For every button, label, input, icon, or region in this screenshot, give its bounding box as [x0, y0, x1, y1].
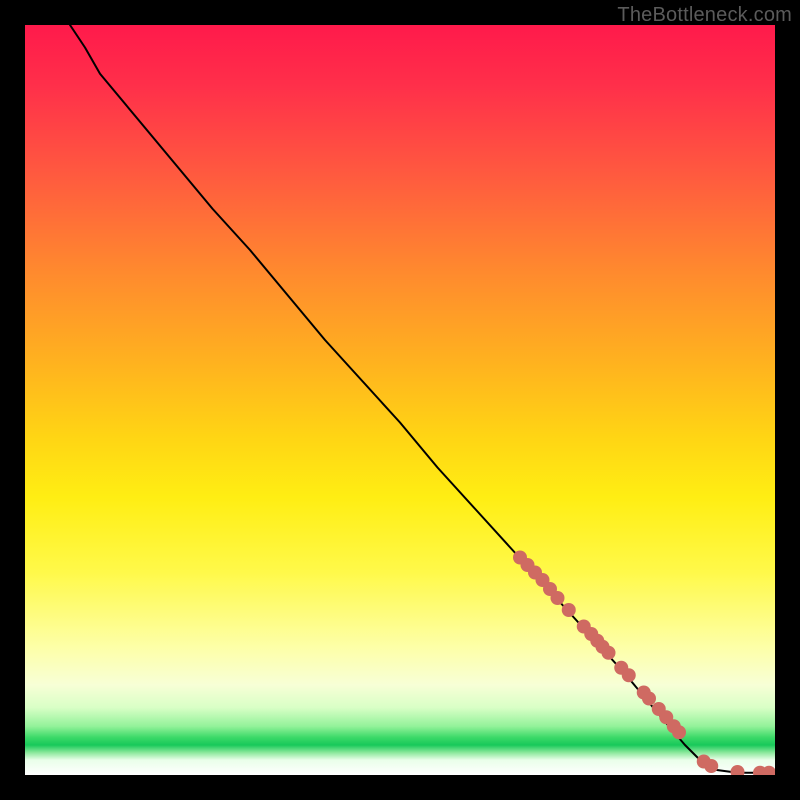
- data-dots: [513, 551, 775, 776]
- data-dot: [642, 692, 656, 706]
- data-dot: [704, 759, 718, 773]
- plot-area: [25, 25, 775, 775]
- data-dot: [551, 591, 565, 605]
- chart-svg-layer: [25, 25, 775, 775]
- data-dot: [602, 646, 616, 660]
- data-dot: [731, 765, 745, 775]
- data-dot: [622, 668, 636, 682]
- chart-frame: TheBottleneck.com: [0, 0, 800, 800]
- data-dot: [562, 603, 576, 617]
- curve-line: [70, 25, 775, 773]
- data-dot: [672, 725, 686, 739]
- watermark-text: TheBottleneck.com: [617, 4, 792, 27]
- curve-path: [70, 25, 775, 773]
